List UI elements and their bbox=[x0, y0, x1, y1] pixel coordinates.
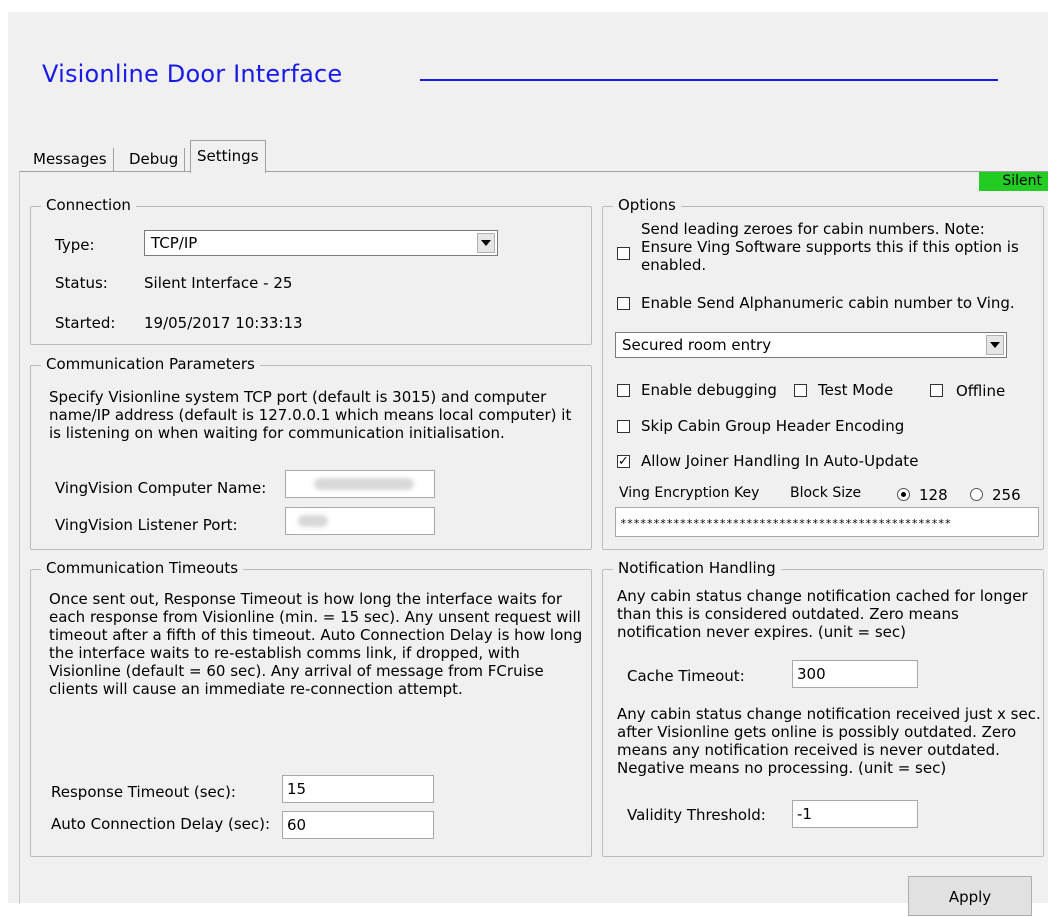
options-group: Options Send leading zeroes for cabin nu… bbox=[602, 196, 1044, 550]
validity-description: Any cabin status change notification rec… bbox=[617, 705, 1041, 777]
status-badge: Silent bbox=[979, 172, 1048, 191]
test-mode-label: Test Mode bbox=[818, 381, 894, 399]
comm-timeouts-description: Once sent out, Response Timeout is how l… bbox=[49, 590, 583, 698]
tab-debug-label: Debug bbox=[129, 150, 179, 168]
tab-settings[interactable]: Settings bbox=[190, 140, 266, 173]
joiner-label: Allow Joiner Handling In Auto-Update bbox=[641, 452, 919, 470]
joiner-checkbox[interactable]: ✓ bbox=[617, 455, 630, 468]
tab-settings-label: Settings bbox=[197, 147, 259, 165]
chevron-down-icon[interactable] bbox=[477, 233, 495, 253]
status-value: Silent Interface - 25 bbox=[144, 274, 293, 292]
redacted-value bbox=[298, 515, 328, 527]
listener-port-label: VingVision Listener Port: bbox=[55, 516, 238, 534]
skip-header-checkbox[interactable] bbox=[617, 420, 630, 433]
comm-timeouts-group: Communication Timeouts Once sent out, Re… bbox=[30, 559, 592, 857]
block-256-radio[interactable] bbox=[970, 488, 983, 501]
cache-timeout-label: Cache Timeout: bbox=[627, 667, 745, 685]
computer-name-field[interactable] bbox=[285, 470, 435, 498]
leading-zeroes-checkbox[interactable] bbox=[617, 247, 630, 260]
auto-delay-field[interactable]: 60 bbox=[282, 811, 434, 839]
tab-messages[interactable]: Messages bbox=[27, 148, 114, 172]
started-value: 19/05/2017 10:33:13 bbox=[144, 314, 303, 332]
auto-delay-label: Auto Connection Delay (sec): bbox=[51, 815, 271, 833]
entry-mode-select[interactable]: Secured room entry bbox=[615, 332, 1007, 358]
comm-params-description: Specify Visionline system TCP port (defa… bbox=[49, 388, 572, 442]
validity-field[interactable]: -1 bbox=[792, 800, 918, 828]
comm-timeouts-title: Communication Timeouts bbox=[41, 559, 244, 577]
notification-title: Notification Handling bbox=[613, 559, 781, 577]
encryption-key-field[interactable]: ****************************************… bbox=[615, 507, 1039, 537]
block-size-label: Block Size bbox=[790, 485, 862, 501]
notification-group: Notification Handling Any cabin status c… bbox=[602, 559, 1044, 857]
type-label: Type: bbox=[55, 236, 95, 254]
response-timeout-field[interactable]: 15 bbox=[282, 775, 434, 803]
entry-mode-value: Secured room entry bbox=[622, 336, 772, 354]
block-128-radio[interactable] bbox=[897, 488, 910, 501]
apply-button[interactable]: Apply bbox=[908, 876, 1032, 916]
test-mode-checkbox[interactable] bbox=[794, 384, 807, 397]
connection-type-value: TCP/IP bbox=[151, 234, 198, 252]
validity-label: Validity Threshold: bbox=[627, 806, 766, 824]
status-label: Status: bbox=[55, 274, 108, 292]
app-title: Visionline Door Interface bbox=[42, 60, 343, 88]
skip-header-label: Skip Cabin Group Header Encoding bbox=[641, 417, 905, 435]
comm-params-title: Communication Parameters bbox=[41, 355, 260, 373]
leading-zeroes-label: Send leading zeroes for cabin numbers. N… bbox=[641, 220, 1019, 274]
chevron-down-icon[interactable] bbox=[986, 335, 1004, 355]
options-title: Options bbox=[613, 196, 681, 214]
listener-port-field[interactable] bbox=[285, 507, 435, 535]
alphanumeric-label: Enable Send Alphanumeric cabin number to… bbox=[641, 294, 1015, 312]
comm-params-group: Communication Parameters Specify Visionl… bbox=[30, 355, 592, 550]
block-256-label: 256 bbox=[992, 486, 1021, 504]
cache-timeout-field[interactable]: 300 bbox=[792, 660, 918, 688]
encryption-key-label: Ving Encryption Key bbox=[619, 485, 760, 501]
alphanumeric-checkbox[interactable] bbox=[617, 297, 630, 310]
tab-debug[interactable]: Debug bbox=[123, 148, 186, 172]
started-label: Started: bbox=[55, 314, 116, 332]
offline-label: Offline bbox=[956, 382, 1006, 400]
redacted-value bbox=[314, 478, 414, 490]
connection-group: Connection Type: TCP/IP Status: Silent I… bbox=[30, 196, 592, 345]
debugging-checkbox[interactable] bbox=[617, 384, 630, 397]
computer-name-label: VingVision Computer Name: bbox=[55, 479, 267, 497]
connection-title: Connection bbox=[41, 196, 136, 214]
cache-description: Any cabin status change notification cac… bbox=[617, 587, 1028, 641]
debugging-label: Enable debugging bbox=[641, 381, 777, 399]
connection-type-select[interactable]: TCP/IP bbox=[144, 230, 498, 256]
offline-checkbox[interactable] bbox=[930, 384, 943, 397]
block-128-label: 128 bbox=[919, 486, 948, 504]
title-rule bbox=[420, 79, 998, 81]
tab-messages-label: Messages bbox=[33, 150, 107, 168]
response-timeout-label: Response Timeout (sec): bbox=[51, 783, 236, 801]
